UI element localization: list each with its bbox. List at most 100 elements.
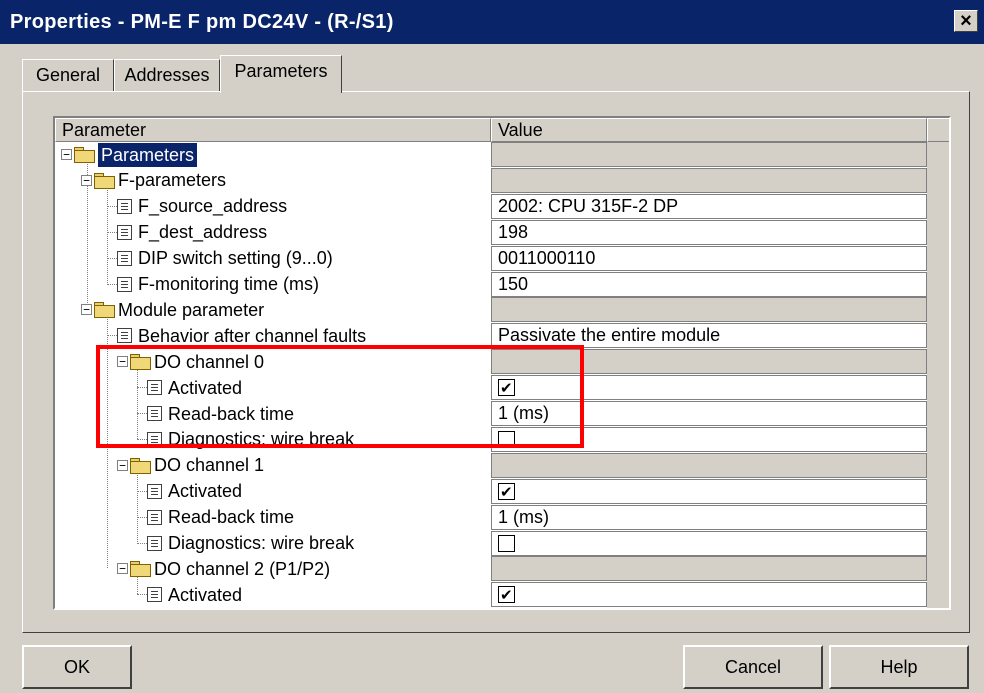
- parameter-value: Passivate the entire module: [498, 325, 721, 346]
- parameter-label: Behavior after channel faults: [138, 325, 367, 346]
- table-row[interactable]: − Module parameter: [55, 297, 927, 323]
- parameter-icon: [147, 380, 162, 396]
- value-cell[interactable]: 198: [491, 219, 927, 245]
- value-cell[interactable]: [491, 582, 927, 608]
- checkbox[interactable]: [498, 377, 515, 400]
- column-header-value[interactable]: Value: [491, 118, 927, 142]
- tree-item: DIP switch setting (9...0): [117, 246, 333, 271]
- table-row[interactable]: F_dest_address 198: [55, 219, 927, 245]
- table-row[interactable]: − DO channel 1: [55, 452, 927, 478]
- parameter-label: Read-back time: [168, 403, 295, 424]
- value-cell[interactable]: 0011000110: [491, 245, 927, 271]
- parameter-value: 2002: CPU 315F-2 DP: [498, 195, 679, 216]
- table-row[interactable]: F_source_address 2002: CPU 315F-2 DP: [55, 193, 927, 219]
- collapse-icon[interactable]: −: [61, 149, 72, 160]
- table-row[interactable]: Activated: [55, 478, 927, 504]
- value-cell[interactable]: 150: [491, 271, 927, 297]
- value-cell: [491, 142, 927, 167]
- value-cell[interactable]: [491, 426, 927, 452]
- grid-header: Parameter Value: [55, 118, 949, 142]
- tab-general[interactable]: General: [22, 59, 114, 93]
- collapse-icon[interactable]: −: [81, 174, 92, 186]
- value-cell[interactable]: [491, 375, 927, 401]
- value-cell[interactable]: 1 (ms): [491, 504, 927, 530]
- table-row[interactable]: Activated: [55, 582, 927, 608]
- parameter-icon: [147, 535, 162, 551]
- folder-open-icon: [130, 457, 151, 474]
- table-row[interactable]: Behavior after channel faults Passivate t…: [55, 323, 927, 349]
- table-row[interactable]: − DO channel 0: [55, 349, 927, 375]
- parameter-label: Diagnostics: wire break: [168, 429, 355, 450]
- parameter-label: Read-back time: [168, 507, 295, 528]
- value-cell[interactable]: 1 (ms): [491, 401, 927, 426]
- parameter-label: F_source_address: [138, 196, 288, 217]
- tree-item: Read-back time: [147, 401, 294, 426]
- parameter-cell: Activated: [55, 375, 491, 400]
- value-cell[interactable]: [491, 478, 927, 504]
- table-row[interactable]: DIP switch setting (9...0) 0011000110: [55, 245, 927, 271]
- parameter-label: DO channel 1: [154, 455, 265, 476]
- parameter-cell: Read-back time: [55, 505, 491, 530]
- folder-open-icon: [74, 147, 95, 163]
- tree-item: Activated: [147, 582, 242, 607]
- parameter-value: 1 (ms): [498, 506, 549, 527]
- parameter-label: DIP switch setting (9...0): [138, 248, 333, 269]
- tree-item: − Module parameter: [81, 297, 264, 322]
- value-cell: [491, 297, 927, 323]
- checkbox[interactable]: [498, 584, 515, 607]
- help-button[interactable]: Help: [829, 645, 969, 689]
- column-header-parameter[interactable]: Parameter: [55, 118, 491, 142]
- value-cell[interactable]: 2002: CPU 315F-2 DP: [491, 193, 927, 219]
- parameter-icon: [117, 224, 132, 240]
- collapse-icon[interactable]: −: [117, 459, 128, 471]
- folder-open-icon: [130, 561, 151, 578]
- tree-item: − DO channel 0: [117, 349, 264, 374]
- column-header-filler: [927, 118, 949, 142]
- grid-scroll-area: [927, 142, 949, 608]
- parameter-cell: − DO channel 2 (P1/P2): [55, 556, 491, 581]
- tree-item: Behavior after channel faults: [117, 323, 366, 348]
- parameter-cell: F-monitoring time (ms): [55, 272, 491, 297]
- tab-addresses[interactable]: Addresses: [114, 59, 220, 93]
- table-row[interactable]: Diagnostics: wire break: [55, 530, 927, 556]
- checkbox[interactable]: [498, 534, 515, 552]
- folder-open-icon: [130, 354, 151, 371]
- ok-button[interactable]: OK: [22, 645, 132, 689]
- table-row[interactable]: F-monitoring time (ms) 150: [55, 271, 927, 297]
- parameter-cell: Behavior after channel faults: [55, 323, 491, 348]
- parameter-grid: Parameter Value − Parameters − F-parameters…: [53, 116, 951, 610]
- tree-item: − DO channel 2 (P1/P2): [117, 556, 330, 581]
- value-cell[interactable]: [491, 530, 927, 556]
- folder-open-icon: [94, 172, 115, 189]
- tab-parameters[interactable]: Parameters: [220, 55, 342, 93]
- collapse-icon[interactable]: −: [81, 304, 92, 316]
- parameters-panel: Parameter Value − Parameters − F-parameters…: [22, 91, 970, 633]
- parameter-icon: [147, 483, 162, 499]
- parameter-cell: − DO channel 0: [55, 349, 491, 374]
- tree-item: Diagnostics: wire break: [147, 427, 354, 452]
- collapse-icon[interactable]: −: [117, 356, 128, 368]
- value-cell[interactable]: Passivate the entire module: [491, 323, 927, 349]
- close-button[interactable]: ×: [954, 10, 978, 32]
- parameter-icon: [147, 406, 162, 421]
- parameter-icon: [147, 431, 162, 447]
- tree-item: − F-parameters: [81, 168, 226, 193]
- parameter-label: Activated: [168, 377, 243, 398]
- tree-item: − DO channel 1: [117, 453, 264, 478]
- table-row[interactable]: Read-back time 1 (ms): [55, 504, 927, 530]
- parameter-label: F-monitoring time (ms): [138, 274, 320, 294]
- table-row[interactable]: − DO channel 2 (P1/P2): [55, 556, 927, 582]
- table-row[interactable]: Activated: [55, 375, 927, 401]
- cancel-button[interactable]: Cancel: [683, 645, 823, 689]
- checkbox[interactable]: [498, 430, 515, 448]
- table-row[interactable]: Diagnostics: wire break: [55, 426, 927, 452]
- parameter-cell: − Module parameter: [55, 297, 491, 322]
- table-row[interactable]: − F-parameters: [55, 167, 927, 193]
- collapse-icon[interactable]: −: [117, 563, 128, 575]
- parameter-value: 0011000110: [498, 247, 596, 268]
- table-row[interactable]: Read-back time 1 (ms): [55, 401, 927, 426]
- value-cell: [491, 556, 927, 582]
- checkbox[interactable]: [498, 481, 515, 504]
- parameter-label: Diagnostics: wire break: [168, 533, 355, 553]
- table-row[interactable]: − Parameters: [55, 142, 927, 167]
